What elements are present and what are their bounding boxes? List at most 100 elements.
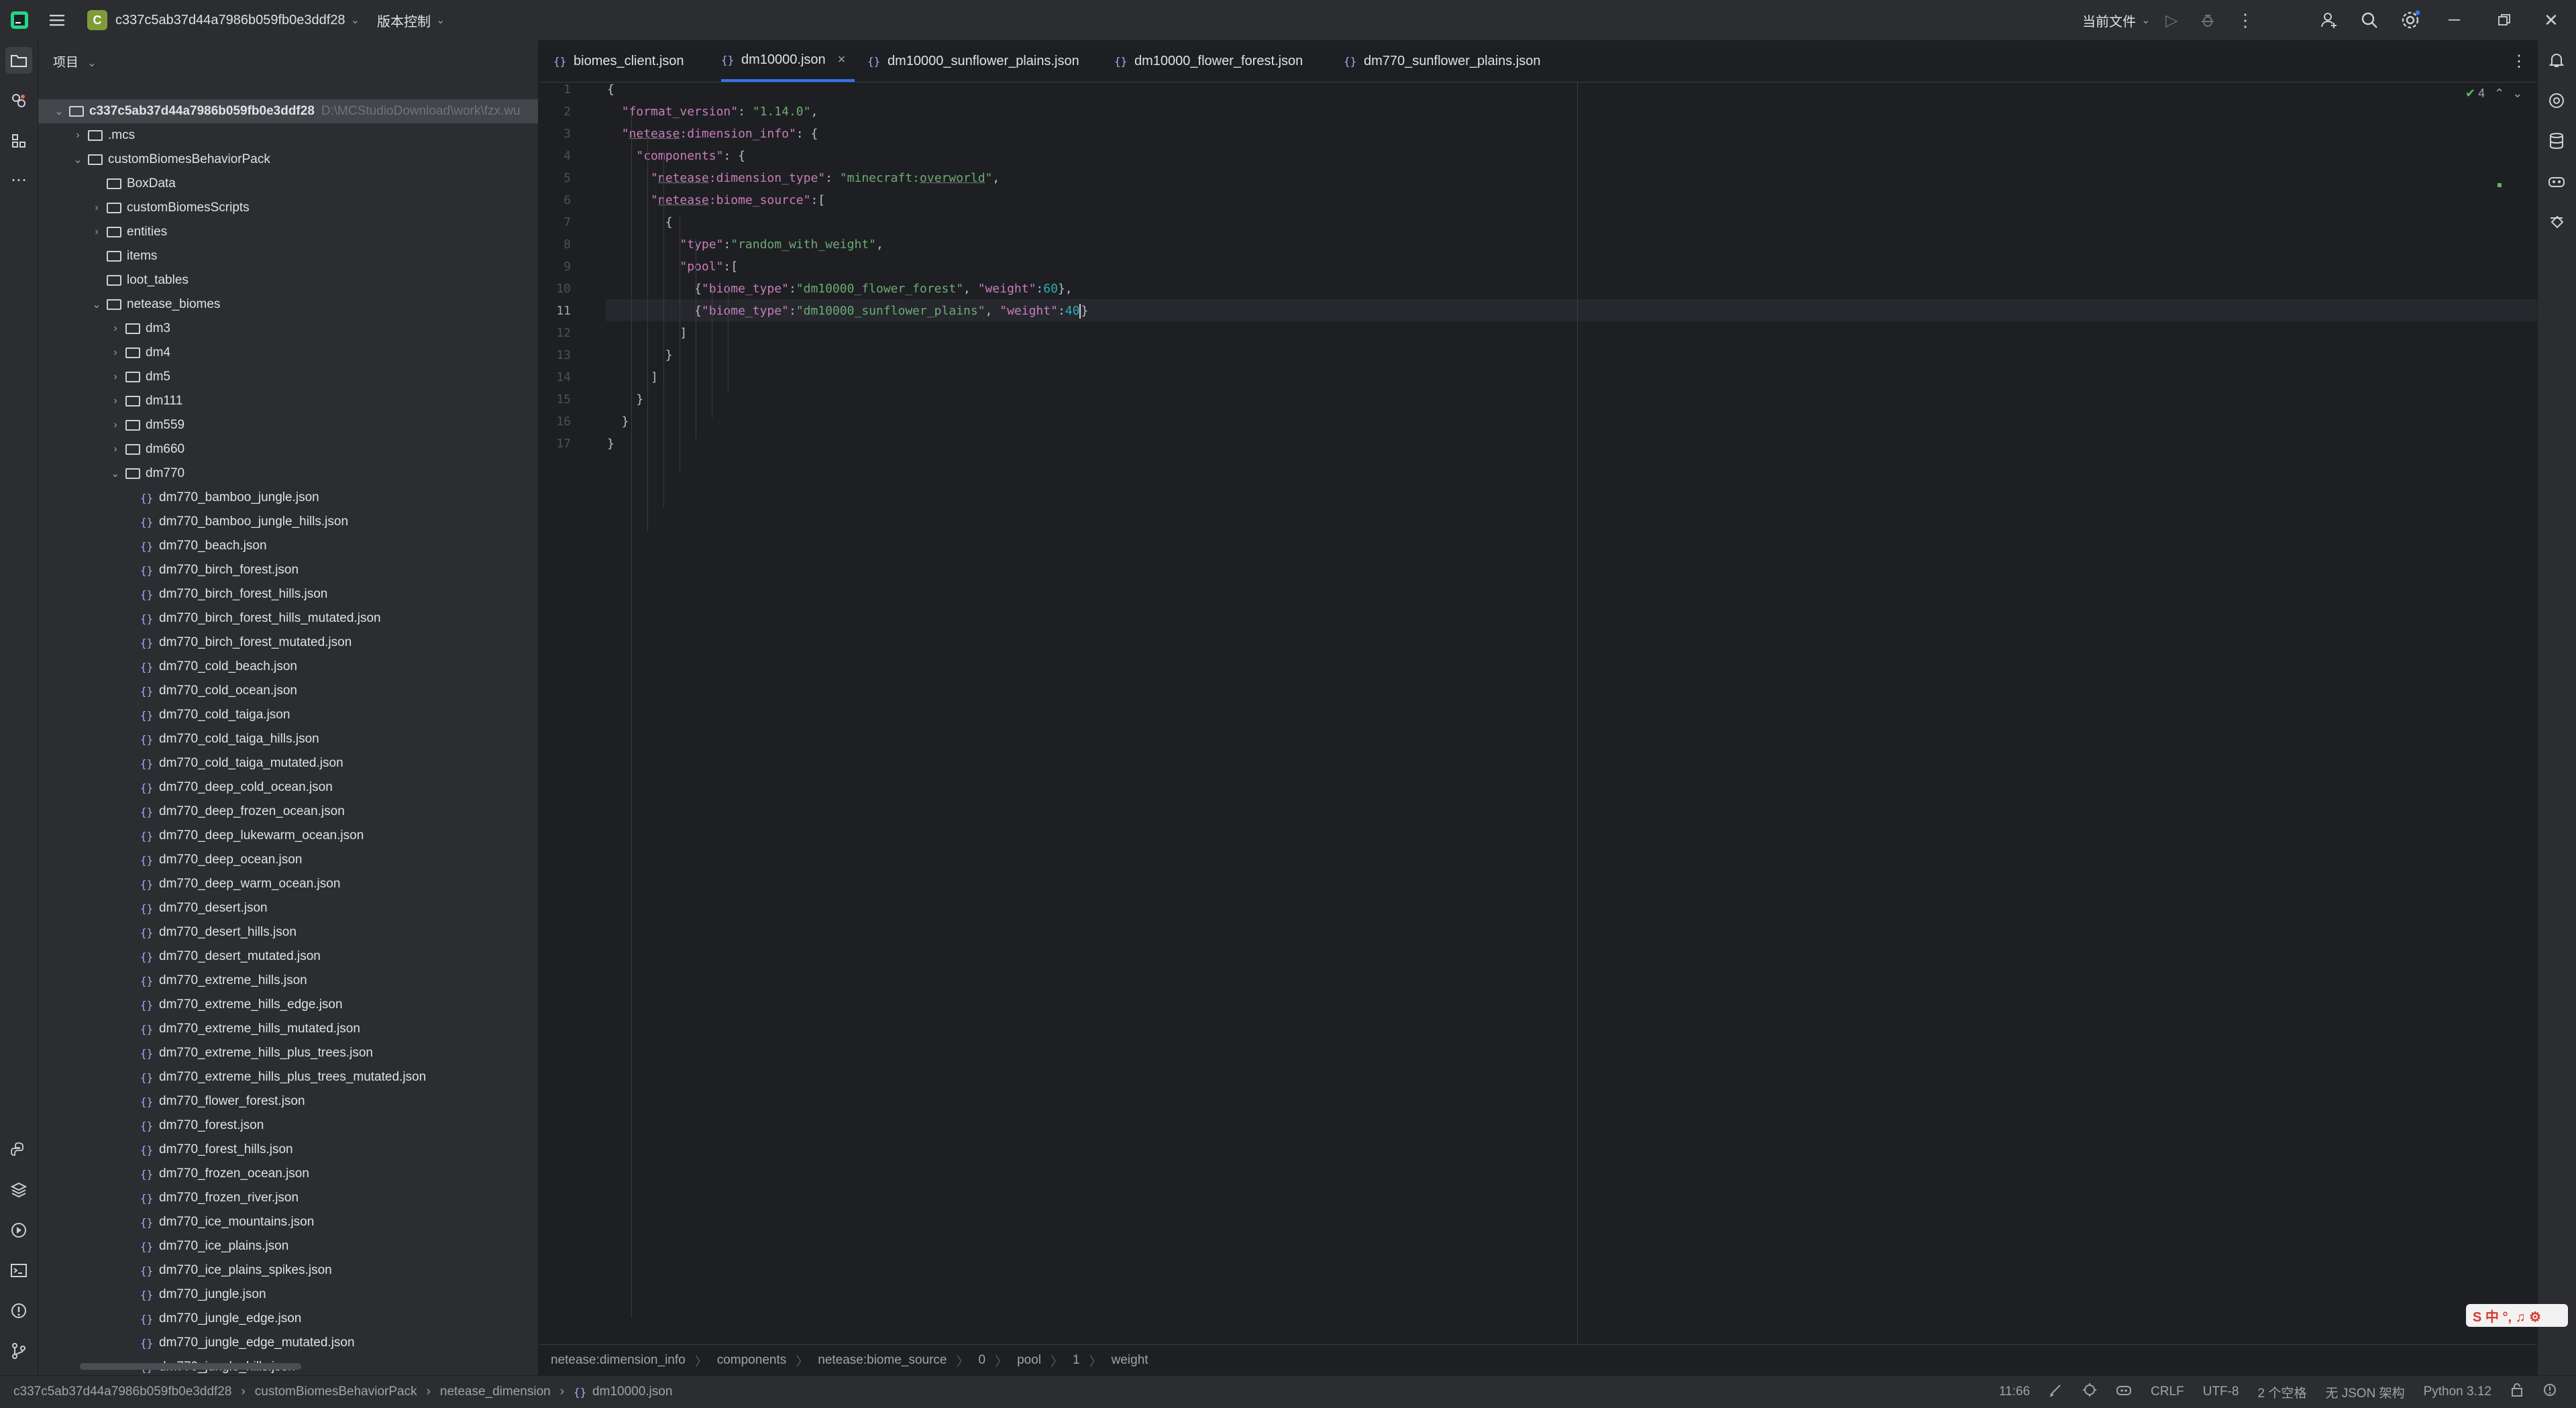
problems-icon[interactable] [5,1297,32,1324]
copilot-status-icon[interactable] [2116,1383,2132,1401]
tree-file-item[interactable]: {} dm770_deep_frozen_ocean.json [38,800,538,824]
tree-file-item[interactable]: {} dm770_birch_forest_hills_mutated.json [38,606,538,631]
horizontal-scrollbar[interactable] [80,1363,301,1370]
tree-file-item[interactable]: {} dm770_deep_warm_ocean.json [38,872,538,896]
inspection-widget[interactable]: ✔ 4 ⌃ ⌄ [2465,87,2522,101]
status-path-item[interactable]: dm10000.json [592,1385,672,1399]
tree-file-item[interactable]: {} dm770_bamboo_jungle_hills.json [38,510,538,534]
breadcrumb-item[interactable]: components [717,1353,787,1368]
copilot-icon[interactable] [2543,168,2570,195]
tab-biomes-client[interactable]: {} biomes_client.json [553,40,684,82]
database-icon[interactable] [2543,127,2570,154]
tree-file-item[interactable]: {} dm770_birch_forest_mutated.json [38,631,538,655]
tab-options-icon[interactable]: ⋮ [2511,40,2527,82]
indent-setting[interactable]: 2 个空格 [2257,1383,2306,1401]
tree-file-item[interactable]: {} dm770_cold_taiga.json [38,703,538,727]
file-encoding[interactable]: UTF-8 [2203,1385,2239,1399]
tree-file-item[interactable]: {} dm770_forest.json [38,1114,538,1138]
tree-file-item[interactable]: {} dm770_extreme_hills_plus_trees.json [38,1041,538,1065]
tree-file-item[interactable]: {} dm770_extreme_hills_mutated.json [38,1017,538,1041]
terminal-icon[interactable] [5,1257,32,1284]
chevron-down-icon[interactable]: ⌄ [2512,87,2522,101]
tree-file-item[interactable]: {} dm770_desert.json [38,896,538,920]
chevron-right-icon[interactable]: › [91,202,103,214]
tree-folder-item[interactable]: › dm3 [38,317,538,341]
tree-file-item[interactable]: {} dm770_jungle.json [38,1283,538,1307]
tree-file-item[interactable]: {} dm770_deep_cold_ocean.json [38,775,538,800]
breadcrumb-item[interactable]: 1 [1073,1353,1080,1368]
chevron-right-icon[interactable]: › [72,129,84,142]
tree-file-item[interactable]: {} dm770_jungle_edge.json [38,1307,538,1331]
tree-folder-item[interactable]: › dm4 [38,341,538,365]
tree-file-item[interactable]: {} dm770_birch_forest.json [38,558,538,582]
settings-icon[interactable] [2400,0,2420,40]
close-tab-icon[interactable]: × [838,52,846,68]
tree-folder-item[interactable]: items [38,244,538,268]
breadcrumb-item[interactable]: 0 [979,1353,986,1368]
chevron-right-icon[interactable]: › [109,347,121,359]
tree-file-item[interactable]: {} dm770_cold_taiga_mutated.json [38,751,538,775]
chevron-down-icon[interactable]: ⌄ [91,298,103,311]
tree-file-item[interactable]: {} dm770_extreme_hills.json [38,969,538,993]
chevron-right-icon[interactable]: › [109,443,121,455]
structure-tool-icon[interactable] [5,127,32,154]
tree-file-item[interactable]: {} dm770_jungle_edge_mutated.json [38,1331,538,1355]
run-icon[interactable]: ▷ [2165,0,2178,40]
tree-file-item[interactable]: {} dm770_desert_mutated.json [38,944,538,969]
chevron-right-icon[interactable]: › [109,371,121,383]
ime-toolbar[interactable]: S 中 °, ♫ ⚙ [2466,1304,2568,1327]
tree-folder-item[interactable]: › entities [38,220,538,244]
readonly-toggle-icon[interactable] [2049,1383,2063,1401]
tree-folder-item[interactable]: › dm5 [38,365,538,389]
problems-status-icon[interactable] [2542,1383,2557,1401]
tab-dm10000-sunflower-plains[interactable]: {} dm10000_sunflower_plains.json [867,40,1079,82]
project-panel-header[interactable]: 项目 ⌄ [53,52,97,70]
tree-folder-item[interactable]: ⌄ netease_biomes [38,292,538,317]
context-icon[interactable] [2082,1383,2097,1401]
tree-file-item[interactable]: {} dm770_birch_forest_hills.json [38,582,538,606]
ai-assistant-icon[interactable] [2543,87,2570,114]
tree-file-item[interactable]: {} dm770_extreme_hills_plus_trees_mutated… [38,1065,538,1089]
chevron-right-icon[interactable]: › [109,419,121,431]
tree-file-item[interactable]: {} dm770_ice_plains_spikes.json [38,1258,538,1283]
git-icon[interactable] [5,1338,32,1364]
tree-folder-item[interactable]: ⌄ customBiomesBehaviorPack [38,148,538,172]
cursor-position[interactable]: 11:66 [1999,1385,2030,1399]
status-path-item[interactable]: c337c5ab37d44a7986b059fb0e3ddf28 [13,1385,231,1399]
code-with-me-icon[interactable] [2320,0,2339,40]
tree-file-item[interactable]: {} dm770_frozen_ocean.json [38,1162,538,1186]
breadcrumb-item[interactable]: netease:dimension_info [551,1353,686,1368]
tree-folder-item[interactable]: › dm111 [38,389,538,413]
debug-icon[interactable] [2199,0,2216,40]
vcs-menu[interactable]: 版本控制 ⌄ [377,0,445,40]
tree-folder-item[interactable]: ⌄ dm770 [38,462,538,486]
tree-folder-item[interactable]: › dm660 [38,437,538,462]
main-menu-icon[interactable] [47,0,67,40]
status-path-item[interactable]: customBiomesBehaviorPack [255,1385,417,1399]
tree-file-item[interactable]: {} dm770_bamboo_jungle.json [38,486,538,510]
more-tools-icon[interactable]: ⋯ [5,166,32,193]
tree-file-item[interactable]: {} dm770_ice_plains.json [38,1234,538,1258]
breadcrumb-item[interactable]: weight [1112,1353,1148,1368]
tree-folder-item[interactable]: BoxData [38,172,538,196]
close-window-icon[interactable]: ✕ [2544,0,2559,40]
run-config-selector[interactable]: 当前文件 ⌄ [2082,0,2150,40]
tab-dm10000-flower-forest[interactable]: {} dm10000_flower_forest.json [1114,40,1303,82]
tree-file-item[interactable]: {} dm770_deep_lukewarm_ocean.json [38,824,538,848]
tree-file-item[interactable]: {} dm770_extreme_hills_edge.json [38,993,538,1017]
services-icon[interactable] [5,1217,32,1244]
tree-file-item[interactable]: {} dm770_cold_ocean.json [38,679,538,703]
tree-file-item[interactable]: {} dm770_cold_beach.json [38,655,538,679]
tree-file-item[interactable]: {} dm770_ice_mountains.json [38,1210,538,1234]
restore-icon[interactable] [2497,0,2512,40]
json-schema[interactable]: 无 JSON 架构 [2325,1383,2404,1401]
project-tool-icon[interactable] [5,47,32,74]
tree-file-item[interactable]: {} dm770_flower_forest.json [38,1089,538,1114]
app-logo-icon[interactable] [9,0,30,40]
tab-dm10000[interactable]: {} dm10000.json × [721,40,855,82]
tab-dm770-sunflower-plains[interactable]: {} dm770_sunflower_plains.json [1344,40,1541,82]
tree-file-item[interactable]: {} dm770_beach.json [38,534,538,558]
tree-folder-item[interactable]: › .mcs [38,123,538,148]
tree-root[interactable]: ⌄ c337c5ab37d44a7986b059fb0e3ddf28 D:\MC… [38,99,538,123]
chevron-down-icon[interactable]: ⌄ [72,153,84,166]
